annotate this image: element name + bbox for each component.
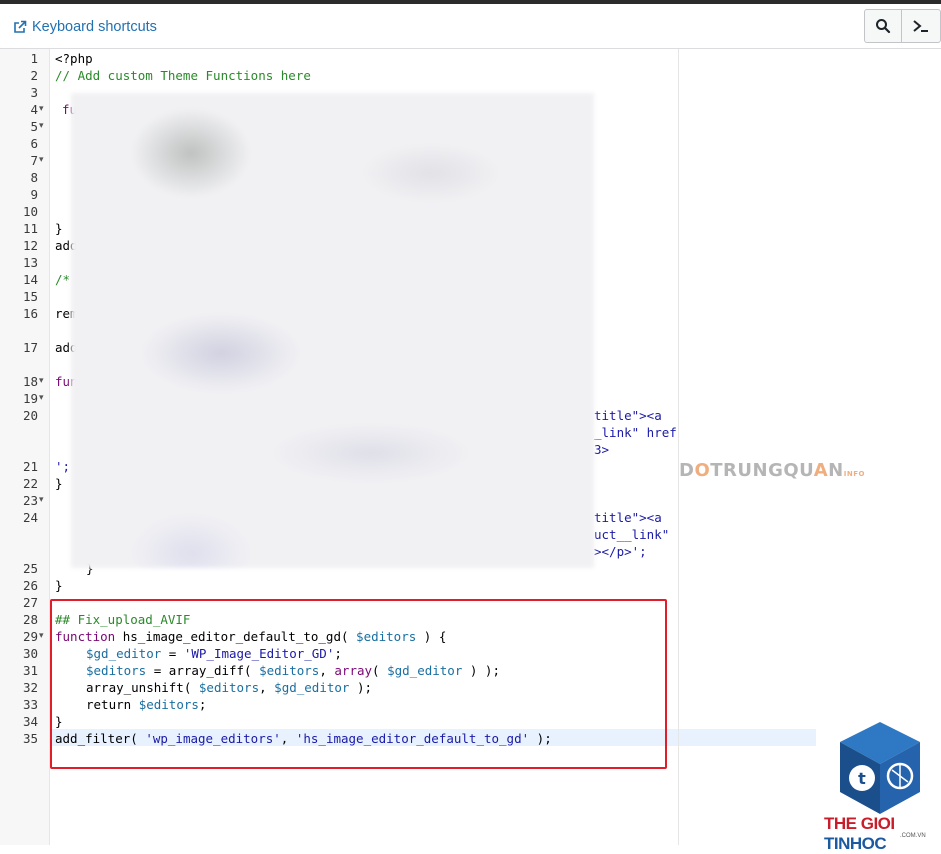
line-number: 30 bbox=[22, 646, 38, 661]
fold-toggle-icon[interactable]: ▾ bbox=[39, 118, 49, 135]
code-line: /* bbox=[55, 272, 71, 287]
line-number: 31 bbox=[22, 663, 38, 678]
line-number: 25 bbox=[22, 561, 38, 576]
line-number: 23 bbox=[22, 493, 38, 508]
line-number: 24 bbox=[22, 510, 38, 525]
svg-text:t: t bbox=[858, 769, 866, 788]
code-line: ></p>'; bbox=[594, 544, 647, 559]
fold-toggle-icon[interactable]: ▾ bbox=[39, 101, 49, 118]
line-number: 22 bbox=[22, 476, 38, 491]
editor-toolbar: Keyboard shortcuts bbox=[0, 4, 941, 49]
terminal-prompt-icon bbox=[913, 20, 928, 32]
fold-toggle-icon[interactable]: ▾ bbox=[39, 492, 49, 509]
code-line: _link" href bbox=[594, 425, 677, 440]
code-line: '; bbox=[55, 459, 71, 474]
line-number: 13 bbox=[22, 255, 38, 270]
code-line: } bbox=[55, 221, 63, 236]
line-number: 29 bbox=[22, 629, 38, 644]
line-number: 1 bbox=[30, 51, 38, 66]
line-number: 15 bbox=[22, 289, 38, 304]
code-line: } bbox=[55, 476, 63, 491]
line-number: 5 bbox=[30, 119, 38, 134]
line-number: 16 bbox=[22, 306, 38, 321]
line-number: 18 bbox=[22, 374, 38, 389]
external-link-icon bbox=[14, 20, 27, 33]
line-number: 3 bbox=[30, 85, 38, 100]
line-number: 7 bbox=[30, 153, 38, 168]
code-line: title"><a bbox=[594, 408, 662, 423]
code-line: } bbox=[55, 578, 63, 593]
watermark-text: DOTRUNGQUANINFO bbox=[679, 460, 865, 481]
line-number: 20 bbox=[22, 408, 38, 423]
code-line: uct__link" bbox=[594, 527, 670, 542]
code-line: 3> bbox=[594, 442, 610, 457]
code-editor[interactable]: 1 2 3 4 ▾ 5 ▾ 6 7 ▾ 8 9 10 11 12 13 14 1… bbox=[0, 49, 941, 845]
fold-toggle-icon[interactable]: ▾ bbox=[39, 390, 49, 407]
logo-subtext: .COM.VN bbox=[900, 833, 926, 839]
red-highlight-box bbox=[50, 599, 667, 769]
fold-toggle-icon[interactable]: ▾ bbox=[39, 628, 49, 645]
search-button[interactable] bbox=[864, 9, 902, 43]
line-number: 8 bbox=[30, 170, 38, 185]
blurred-code-region bbox=[71, 93, 594, 568]
terminal-button[interactable] bbox=[902, 9, 941, 43]
line-number: 34 bbox=[22, 714, 38, 729]
fold-toggle-icon[interactable]: ▾ bbox=[39, 152, 49, 169]
line-number: 21 bbox=[22, 459, 38, 474]
line-number: 4 bbox=[30, 102, 38, 117]
line-number-gutter: 1 2 3 4 ▾ 5 ▾ 6 7 ▾ 8 9 10 11 12 13 14 1… bbox=[0, 49, 50, 845]
line-number: 17 bbox=[22, 340, 38, 355]
line-number: 27 bbox=[22, 595, 38, 610]
search-icon bbox=[876, 19, 891, 34]
code-line: // Add custom Theme Functions here bbox=[55, 68, 311, 83]
print-margin-ruler bbox=[678, 49, 679, 845]
line-number: 9 bbox=[30, 187, 38, 202]
line-number: 12 bbox=[22, 238, 38, 253]
line-number: 11 bbox=[22, 221, 38, 236]
code-line: <?php bbox=[55, 51, 93, 66]
line-number: 14 bbox=[22, 272, 38, 287]
line-number: 2 bbox=[30, 68, 38, 83]
keyboard-shortcuts-link[interactable]: Keyboard shortcuts bbox=[13, 17, 157, 37]
keyboard-shortcuts-label: Keyboard shortcuts bbox=[32, 19, 157, 35]
line-number: 32 bbox=[22, 680, 38, 695]
fold-toggle-icon[interactable]: ▾ bbox=[39, 373, 49, 390]
code-line: title"><a bbox=[594, 510, 662, 525]
line-number: 33 bbox=[22, 697, 38, 712]
line-number: 26 bbox=[22, 578, 38, 593]
line-number: 28 bbox=[22, 612, 38, 627]
line-number: 35 bbox=[22, 731, 38, 746]
line-number: 19 bbox=[22, 391, 38, 406]
line-number: 6 bbox=[30, 136, 38, 151]
line-number: 10 bbox=[22, 204, 38, 219]
